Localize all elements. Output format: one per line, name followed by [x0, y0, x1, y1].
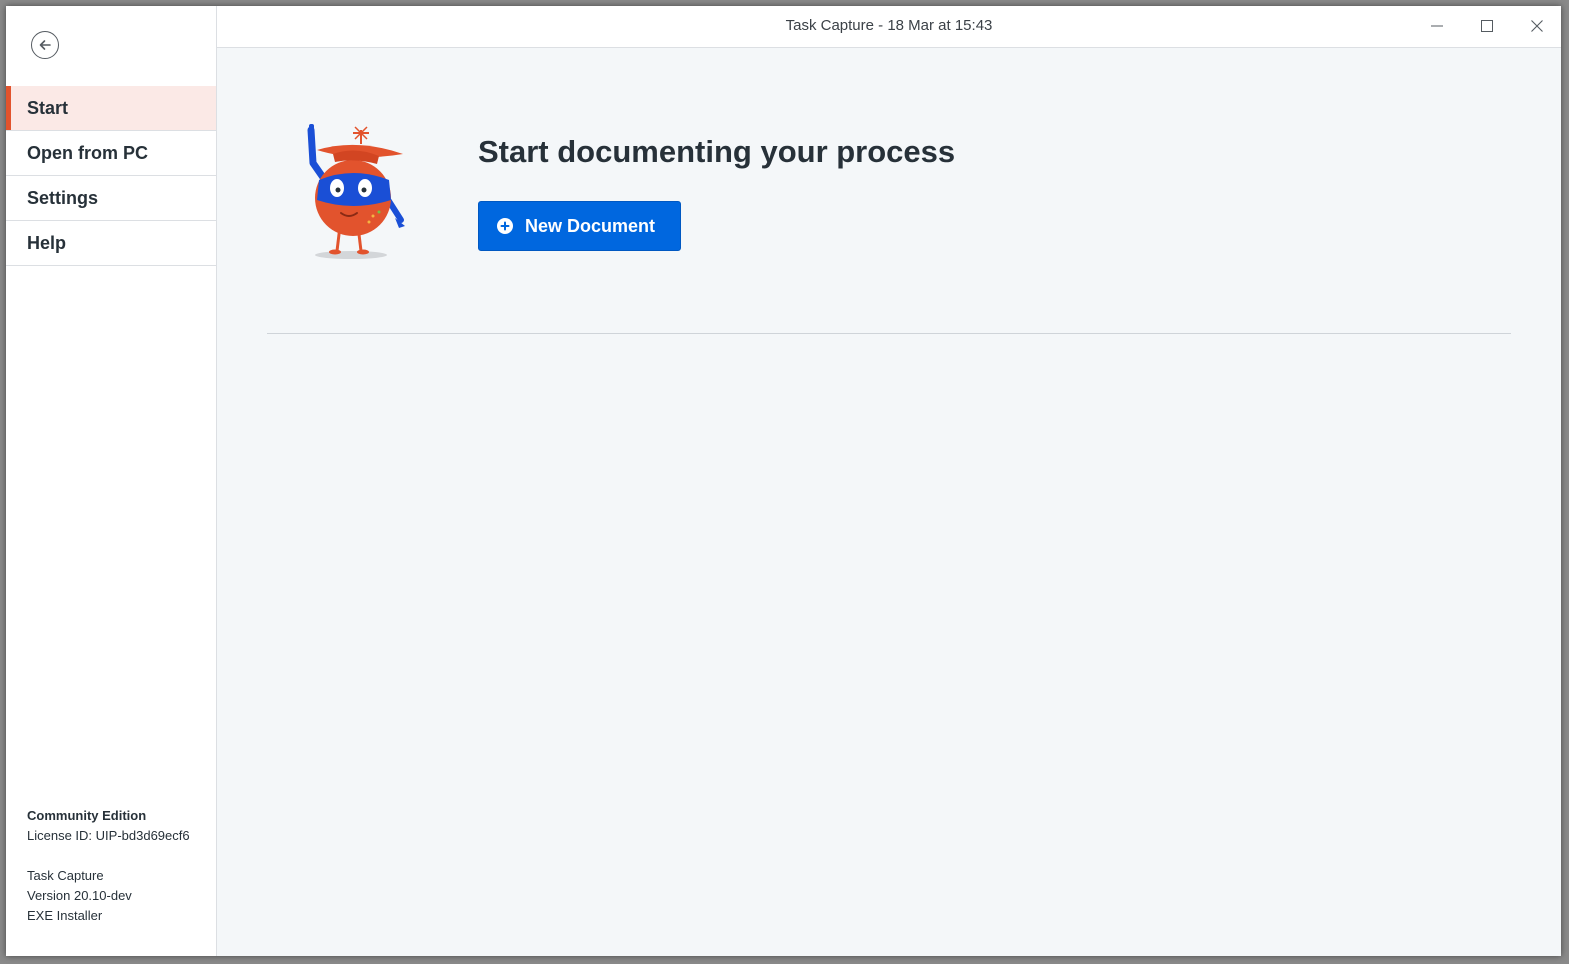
maximize-icon	[1481, 20, 1493, 32]
arrow-left-circle-icon	[39, 40, 51, 50]
sidebar-nav: Start Open from PC Settings Help	[6, 86, 216, 266]
sidebar-item-help[interactable]: Help	[6, 221, 216, 266]
sidebar-item-label: Settings	[27, 187, 99, 208]
minimize-icon	[1431, 25, 1443, 27]
close-icon	[1531, 20, 1543, 32]
close-button[interactable]	[1522, 14, 1552, 38]
product-name: Task Capture	[27, 868, 104, 883]
sidebar-item-start[interactable]: Start	[6, 86, 216, 131]
sidebar: Start Open from PC Settings Help Communi…	[6, 6, 217, 956]
title-bar: Task Capture - 18 Mar at 15:43	[217, 6, 1561, 48]
edition-label: Community Edition	[27, 808, 147, 823]
license-id: License ID: UIP-bd3d69ecf6	[27, 828, 190, 843]
new-document-button[interactable]: New Document	[478, 201, 681, 251]
installer-label: EXE Installer	[27, 908, 103, 923]
back-button[interactable]	[31, 31, 59, 59]
minimize-button[interactable]	[1422, 14, 1452, 38]
app-window: Start Open from PC Settings Help Communi…	[6, 6, 1561, 956]
page-title: Start documenting your process	[478, 134, 956, 169]
new-document-label: New Document	[525, 215, 656, 236]
sidebar-item-label: Start	[27, 97, 69, 118]
sidebar-item-settings[interactable]: Settings	[6, 176, 216, 221]
maximize-button[interactable]	[1472, 14, 1502, 38]
main-content: Start documenting your process New Docum…	[217, 48, 1561, 956]
version-label: Version 20.10-dev	[27, 888, 132, 903]
plus-circle-icon	[497, 218, 513, 234]
sidebar-item-open-from-pc[interactable]: Open from PC	[6, 131, 216, 176]
divider	[267, 333, 1511, 334]
sidebar-item-label: Open from PC	[27, 142, 149, 163]
window-title: Task Capture - 18 Mar at 15:43	[785, 17, 993, 34]
sidebar-footer: Community Edition License ID: UIP-bd3d69…	[27, 806, 190, 926]
robot-mascot-icon	[307, 124, 405, 259]
sidebar-item-label: Help	[27, 232, 67, 253]
